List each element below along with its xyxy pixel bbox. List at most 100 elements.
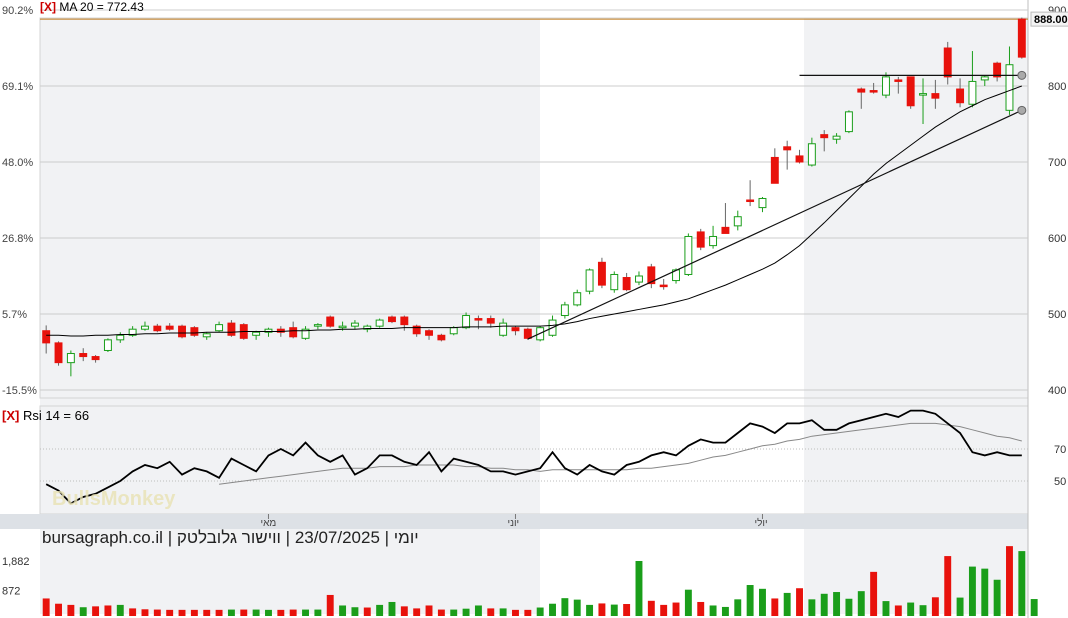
candle-body xyxy=(869,90,878,93)
candle-body xyxy=(795,155,804,163)
ma-close-button[interactable]: [X] xyxy=(40,0,56,14)
volume-bar xyxy=(1018,551,1026,616)
candle-body xyxy=(770,156,779,184)
volume-bar xyxy=(215,609,223,616)
volume-bar xyxy=(1030,599,1038,616)
percent-tick-label: 5.7% xyxy=(2,309,27,321)
candle-body xyxy=(486,318,495,324)
candle-body xyxy=(350,322,359,327)
candle-body xyxy=(733,216,742,227)
rsi-legend-label: Rsi 14 = 66 xyxy=(22,408,90,423)
volume-bar xyxy=(956,597,964,616)
candle-body xyxy=(103,339,112,351)
volume-bar xyxy=(227,609,235,616)
candle-body xyxy=(326,316,335,327)
volume-bar xyxy=(709,605,717,616)
candle-body xyxy=(400,316,409,326)
volume-bar xyxy=(598,603,606,616)
candle-body xyxy=(783,146,792,151)
volume-bar xyxy=(450,609,458,616)
candle-body xyxy=(313,324,322,327)
candle-body xyxy=(709,235,718,247)
candle-body xyxy=(931,93,940,99)
volume-bar xyxy=(981,568,989,616)
percent-tick-label: 48.0% xyxy=(2,157,33,169)
volume-bar xyxy=(845,598,853,616)
volume-bar xyxy=(104,605,112,616)
volume-bar xyxy=(79,607,87,616)
volume-bar xyxy=(277,609,285,616)
candle-body xyxy=(980,76,989,81)
volume-bar xyxy=(721,606,729,616)
candle-body xyxy=(684,235,693,275)
candle-body xyxy=(844,111,853,133)
percent-tick-label: 90.2% xyxy=(2,5,33,17)
candle-body xyxy=(178,325,186,338)
ma-legend-label: MA 20 = 772.43 xyxy=(59,0,144,14)
trendline-handle xyxy=(1017,105,1027,115)
volume-bar xyxy=(67,604,75,616)
candle-body xyxy=(375,319,384,327)
candle-body xyxy=(573,292,582,306)
volume-bar xyxy=(388,601,396,616)
volume-bar xyxy=(833,592,841,616)
volume-bar xyxy=(894,605,902,616)
volume-bar xyxy=(314,609,322,616)
candle-body xyxy=(190,327,199,336)
candle-body xyxy=(1005,64,1014,111)
candle-body xyxy=(449,327,458,335)
volume-bar xyxy=(931,597,939,616)
candle-body xyxy=(906,76,915,107)
volume-bar xyxy=(536,607,544,616)
candle-body xyxy=(1017,18,1026,58)
chart-caption: יומי | 23/07/2025 | ווישור גלובלטק | bur… xyxy=(42,528,419,547)
volume-bar xyxy=(746,585,754,616)
volume-bar xyxy=(573,599,581,616)
candle-body xyxy=(79,353,88,358)
candle-body xyxy=(585,269,594,292)
rsi-tick-label: 50 xyxy=(1054,476,1066,488)
volume-bar xyxy=(549,603,556,616)
ma-legend: [X] MA 20 = 772.43 xyxy=(40,0,144,14)
candle-body xyxy=(165,325,174,330)
volume-bar xyxy=(647,600,655,616)
volume-tick-label: 872 xyxy=(2,586,20,598)
candle-body xyxy=(560,304,569,317)
watermark: BullsMonkey xyxy=(52,488,176,510)
volume-bar xyxy=(153,609,161,616)
volume-bar xyxy=(252,609,260,616)
volume-bar xyxy=(808,599,816,616)
volume-bar xyxy=(796,588,803,616)
volume-bar xyxy=(820,593,828,616)
percent-tick-label: -15.5% xyxy=(2,385,37,397)
candle-body xyxy=(523,328,532,339)
volume-bar xyxy=(1006,546,1013,616)
candle-body xyxy=(622,277,631,291)
volume-bar xyxy=(190,609,198,616)
price-tick-label: 500 xyxy=(1048,309,1066,321)
volume-bar xyxy=(759,588,766,616)
candle-body xyxy=(474,318,483,321)
candle-body xyxy=(635,275,643,283)
volume-tick-label: 1,882 xyxy=(2,556,30,568)
candle-body xyxy=(437,334,446,341)
rsi-close-button[interactable]: [X] xyxy=(2,408,19,423)
candle-body xyxy=(215,324,224,332)
volume-bar xyxy=(289,609,297,616)
candle-body xyxy=(820,134,829,139)
candle-body xyxy=(968,80,977,105)
candle-body xyxy=(499,322,508,336)
candle-body xyxy=(721,226,730,234)
volume-bar xyxy=(524,609,532,616)
candle-body xyxy=(388,316,396,323)
volume-bar xyxy=(302,609,309,616)
candle-body xyxy=(610,273,619,291)
candle-body xyxy=(289,327,298,338)
candle-body xyxy=(425,330,433,336)
volume-bar xyxy=(413,608,421,616)
last-price-label: 888.00 xyxy=(1034,14,1068,26)
price-tick-label: 700 xyxy=(1048,157,1066,169)
price-tick-label: 400 xyxy=(1048,385,1066,397)
volume-bar xyxy=(499,608,507,616)
candle-body xyxy=(116,334,125,341)
